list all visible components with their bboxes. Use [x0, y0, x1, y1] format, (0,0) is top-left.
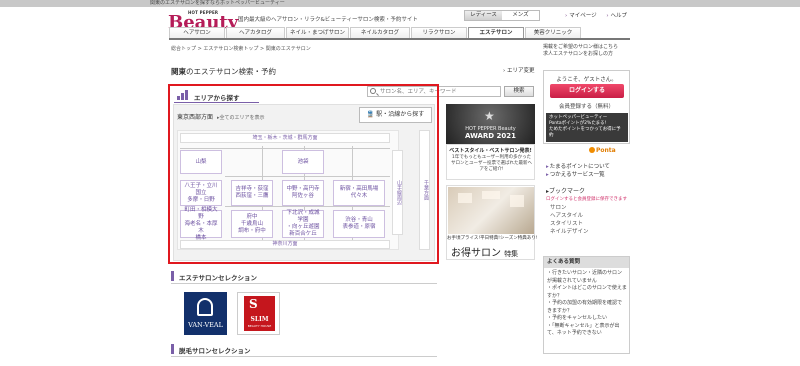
login-button[interactable]: ログインする	[550, 84, 624, 98]
award-banner-text: 1年でもっともユーザー利用の多かったサロンとユーザー投票で選ばれた最新ヘアをご紹…	[451, 155, 532, 172]
search-button[interactable]: 検索	[504, 86, 534, 97]
chevron-right-icon: ▸	[546, 172, 549, 178]
slim-emblem: S	[249, 297, 258, 311]
brand-logo-slim[interactable]: S SLIM BEAUTY HOUSE	[237, 292, 280, 335]
services-list-link[interactable]: ▸つかえるサービス一覧	[546, 171, 610, 179]
highlight-frame	[168, 84, 439, 264]
brand-logo-vanveal-text: VAN-VEAL	[188, 321, 223, 329]
bookmark-stylist[interactable]: スタイリスト	[546, 220, 627, 228]
gender-tabs: レディース メンズ	[464, 10, 540, 21]
bookmark-heading: ▸ブックマーク	[546, 188, 586, 195]
page-title-rest: のエステサロン検索・予約	[186, 67, 276, 76]
mypage-link[interactable]: › マイページ	[565, 13, 597, 19]
brand-logo-slim-text: SLIM	[250, 316, 269, 323]
points-info-link[interactable]: ▸たまるポイントについて	[546, 163, 610, 171]
top-banner-text: 関東のエステサロンを探すならホットペッパービューティー	[150, 0, 285, 6]
page-title: 関東のエステサロン検索・予約	[171, 66, 276, 77]
faq-list: 行きたいサロン・近隣のサロンが掲載されていません ポイントはどこのサロンで使えま…	[547, 270, 627, 338]
page-title-region: 関東	[171, 67, 186, 76]
help-link[interactable]: › ヘルプ	[606, 13, 627, 19]
faq-item[interactable]: 行きたいサロン・近隣のサロンが掲載されていません	[547, 270, 627, 285]
promo-banner[interactable]: お手頃プライス!平日特典!シーズン特典あり! お得サロン 特集	[446, 185, 538, 260]
area-change-link[interactable]: › エリア変更	[503, 66, 534, 74]
ponta-banner[interactable]: ホットペッパービューティー Pontaポイントが2%たまる! ためたポイントをつ…	[546, 113, 628, 142]
star-icon: ★	[484, 109, 495, 123]
nav-underline	[169, 38, 630, 40]
award-banner-body: ベストスタイル・ベストサロン発表! 1年でもっともユーザー利用の多かったサロンと…	[446, 144, 535, 180]
bookmark-nail-design[interactable]: ネイルデザイン	[546, 228, 627, 236]
bookmark-section: ▸ブックマーク ログインすると会員登録に保存できます サロン ヘアスタイル スタ…	[546, 188, 627, 236]
vanveal-emblem	[197, 298, 213, 316]
promo-banner-subtitle: お手頃プライス!平日特典!シーズン特典あり!	[447, 236, 538, 241]
faq-item[interactable]: 予約をキャンセルしたい	[547, 315, 627, 323]
top-banner: 関東のエステサロンを探すならホットペッパービューティー	[0, 0, 800, 7]
chevron-right-icon: ›	[565, 13, 568, 19]
ponta-logo: Ponta	[589, 147, 616, 154]
breadcrumb[interactable]: 総合トップ > エステサロン検索トップ > 関東のエステサロン	[171, 45, 311, 52]
brand-logo-vanveal[interactable]: VAN-VEAL	[184, 292, 227, 335]
esthe-selection-heading: エステサロンセレクション	[171, 270, 437, 284]
promo-banner-title: お得サロン 特集	[451, 248, 519, 259]
award-banner-title: ベストスタイル・ベストサロン発表!	[449, 148, 532, 154]
welcome-text: ようこそ、ゲストさん。	[556, 77, 617, 83]
brand-logo-slim-sub: BEAUTY HOUSE	[247, 324, 272, 328]
hair-removal-selection-heading: 脱毛サロンセレクション	[171, 343, 437, 357]
area-change-label: エリア変更	[506, 68, 535, 74]
top-links: › マイページ › ヘルプ	[565, 11, 635, 19]
bookmark-salon[interactable]: サロン	[546, 204, 627, 212]
faq-box: よくある質問 行きたいサロン・近隣のサロンが掲載されていません ポイントはどこの…	[543, 256, 630, 354]
award-banner-line2: AWARD 2021	[464, 132, 517, 140]
tab-ladies[interactable]: レディース	[465, 11, 502, 20]
tab-mens[interactable]: メンズ	[502, 11, 539, 20]
faq-item[interactable]: ポイントはどこのサロンで使えますか？	[547, 285, 627, 300]
point-links: ▸たまるポイントについて ▸つかえるサービス一覧	[546, 163, 610, 179]
bookmark-hairstyle[interactable]: ヘアスタイル	[546, 212, 627, 220]
salon-owner-notice[interactable]: 掲載をご希望のサロン様はこちら 求人エステサロンをお探しの方	[543, 44, 630, 58]
bookmark-note: ログインすると会員登録に保存できます	[546, 197, 627, 202]
chevron-right-icon: ▸	[546, 164, 549, 170]
faq-item[interactable]: 「無断キャンセル」と表示が出て、ネット予約できない	[547, 323, 627, 338]
register-link[interactable]: 会員登録する（無料）	[544, 102, 629, 110]
faq-item[interactable]: 予約の加盟の有効期限を確認できますか？	[547, 300, 627, 315]
faq-heading: よくある質問	[544, 257, 629, 268]
chevron-right-icon: ›	[606, 13, 609, 19]
ponta-icon	[589, 147, 595, 153]
award-banner[interactable]: ★ HOT PEPPER Beauty AWARD 2021 ベストスタイル・ベ…	[446, 104, 535, 180]
salon-interior-photo	[448, 187, 534, 234]
site-tagline: 国内最大級のヘアサロン・リラク&ビューティーサロン検索・予約サイト	[238, 17, 418, 23]
